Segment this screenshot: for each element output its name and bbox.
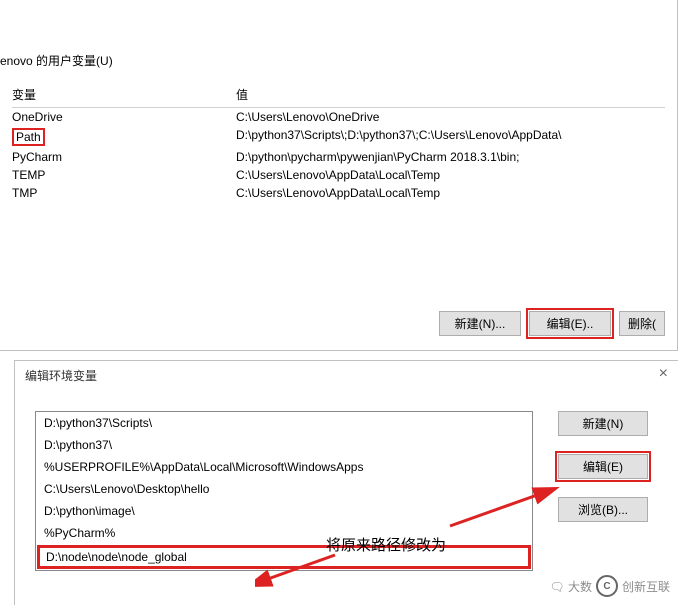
watermark-logo-icon: C (596, 575, 618, 597)
dialog-buttons: 新建(N) 编辑(E) 浏览(B)... (558, 411, 678, 522)
cell-var: OneDrive (12, 110, 236, 124)
dialog-new-button[interactable]: 新建(N) (558, 411, 648, 436)
cell-var: PyCharm (12, 150, 236, 164)
path-listbox[interactable]: D:\python37\Scripts\ D:\python37\ %USERP… (35, 411, 533, 571)
table-body: OneDrive C:\Users\Lenovo\OneDrive Path D… (12, 108, 665, 202)
dialog-browse-button[interactable]: 浏览(B)... (558, 497, 648, 522)
list-item[interactable]: C:\Users\Lenovo\Desktop\hello (36, 478, 532, 500)
edit-button[interactable]: 编辑(E).. (529, 311, 611, 336)
close-icon[interactable]: × (659, 365, 668, 383)
header-value: 值 (236, 86, 665, 103)
cell-var: TMP (12, 186, 236, 200)
cell-var: TEMP (12, 168, 236, 182)
table-header-row: 变量 值 (12, 86, 665, 108)
list-item[interactable]: D:\python37\ (36, 434, 532, 456)
cell-val: D:\python37\Scripts\;D:\python37\;C:\Use… (236, 128, 665, 146)
annotation-text: 将原来路径修改为 (326, 534, 446, 555)
watermark-brand: 创新互联 (622, 578, 670, 595)
table-row[interactable]: TEMP C:\Users\Lenovo\AppData\Local\Temp (12, 166, 665, 184)
new-button[interactable]: 新建(N)... (439, 311, 521, 336)
edit-env-dialog: 编辑环境变量 × D:\python37\Scripts\ D:\python3… (14, 360, 678, 605)
header-variable: 变量 (12, 86, 236, 103)
table-row[interactable]: OneDrive C:\Users\Lenovo\OneDrive (12, 108, 665, 126)
cell-val: D:\python\pycharm\pywenjian\PyCharm 2018… (236, 150, 665, 164)
watermark-prefix: 🗨 大数 (549, 578, 592, 595)
top-buttons: 新建(N)... 编辑(E).. 删除( (439, 311, 665, 336)
table-row[interactable]: TMP C:\Users\Lenovo\AppData\Local\Temp (12, 184, 665, 202)
list-item-editing[interactable]: D:\node\node\node_global (37, 545, 531, 569)
cell-val: C:\Users\Lenovo\OneDrive (236, 110, 665, 124)
highlight-path: Path (12, 128, 45, 146)
cell-var: Path (12, 128, 236, 146)
cell-val: C:\Users\Lenovo\AppData\Local\Temp (236, 186, 665, 200)
user-variables-panel: enovo 的用户变量(U) 变量 值 OneDrive C:\Users\Le… (0, 0, 678, 351)
dialog-edit-button[interactable]: 编辑(E) (558, 454, 648, 479)
dialog-title: 编辑环境变量 (25, 367, 97, 384)
delete-button[interactable]: 删除( (619, 311, 665, 336)
list-item[interactable]: D:\python\image\ (36, 500, 532, 522)
table-row[interactable]: Path D:\python37\Scripts\;D:\python37\;C… (12, 126, 665, 148)
watermark: 🗨 大数 C 创新互联 (549, 575, 670, 597)
section-title: enovo 的用户变量(U) (0, 52, 113, 69)
list-item[interactable]: %USERPROFILE%\AppData\Local\Microsoft\Wi… (36, 456, 532, 478)
list-item[interactable]: D:\python37\Scripts\ (36, 412, 532, 434)
list-item[interactable]: %PyCharm% (36, 522, 532, 544)
table-row[interactable]: PyCharm D:\python\pycharm\pywenjian\PyCh… (12, 148, 665, 166)
cell-val: C:\Users\Lenovo\AppData\Local\Temp (236, 168, 665, 182)
